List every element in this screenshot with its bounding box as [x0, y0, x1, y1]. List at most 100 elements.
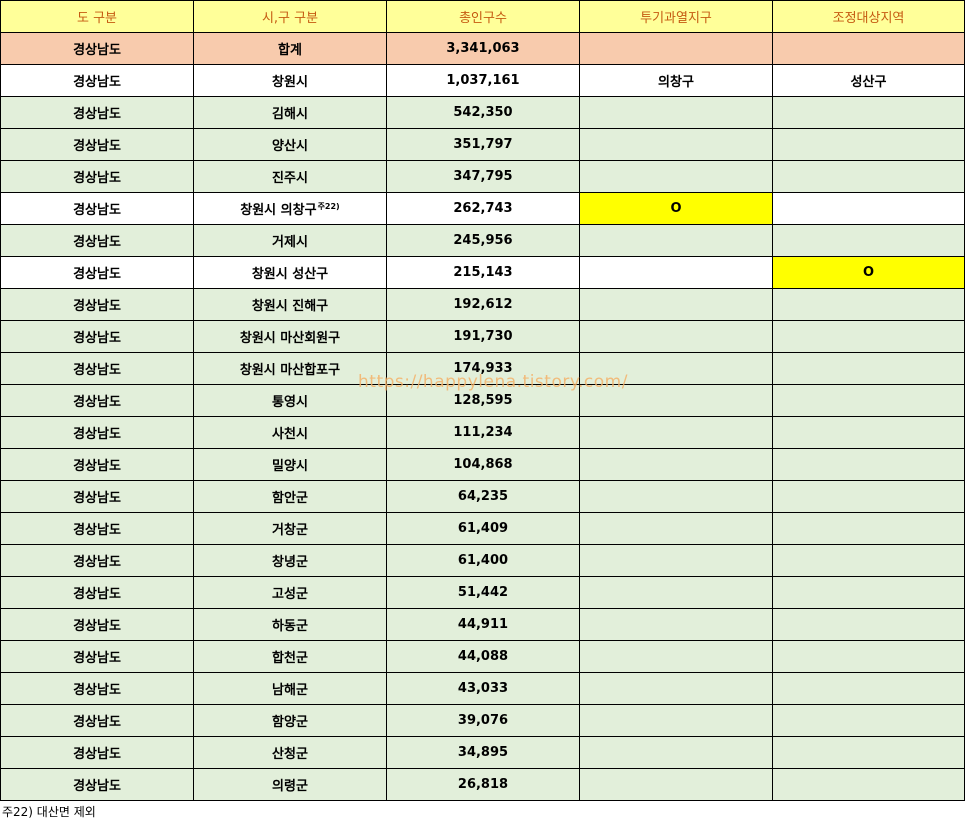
cell-speculation-zone: 의창구: [579, 64, 773, 97]
cell-city-text: 창원시 진해구: [251, 299, 329, 314]
population-table: 도 구분 시,구 구분 총인구수 투기과열지구 조정대상지역 경상남도 합계 3,3…: [0, 0, 965, 801]
cell-speculation-zone: [579, 320, 773, 353]
cell-city-text: 고성군: [272, 587, 308, 602]
cell-province-text: 경상남도: [73, 235, 121, 250]
cell-city-text: 김해시: [272, 107, 308, 122]
cell-province-text: 경상남도: [73, 619, 121, 634]
cell-population-text: 39,076: [457, 713, 509, 728]
cell-province-text: 경상남도: [73, 555, 121, 570]
cell-speculation-zone: [579, 704, 773, 737]
cell-city-text: 창녕군: [272, 555, 308, 570]
cell-population-text: 111,234: [453, 425, 513, 440]
cell-adjustment-zone: [772, 352, 965, 385]
table-row: 경상남도 진주시 347,795: [0, 160, 965, 193]
cell-population: 61,409: [386, 512, 580, 545]
cell-province-text: 경상남도: [73, 747, 121, 762]
cell-adjustment-zone: 성산구: [772, 64, 965, 97]
cell-province-text: 경상남도: [73, 139, 121, 154]
cell-city-text: 함양군: [272, 715, 308, 730]
cell-population: 351,797: [386, 128, 580, 161]
cell-province: 경상남도: [0, 320, 194, 353]
cell-province: 경상남도: [0, 704, 194, 737]
cell-population-text: 174,933: [453, 361, 513, 376]
cell-city: 창원시 마산회원구: [193, 320, 387, 353]
table-row: 경상남도 합천군 44,088: [0, 640, 965, 673]
cell-population: 128,595: [386, 384, 580, 417]
header-city: 시,구 구분: [193, 0, 387, 33]
table-row: 경상남도 거창군 61,409: [0, 512, 965, 545]
cell-city: 의령군: [193, 768, 387, 801]
cell-speculation-zone: [579, 512, 773, 545]
cell-speculation-zone: [579, 32, 773, 65]
cell-population: 64,235: [386, 480, 580, 513]
cell-province-text: 경상남도: [73, 331, 121, 346]
cell-city-text: 산청군: [272, 747, 308, 762]
cell-speculation-zone-text: O: [670, 201, 682, 216]
table-row: 경상남도 창원시 의창구주22) 262,743 O: [0, 192, 965, 225]
cell-population-text: 61,409: [457, 521, 509, 536]
cell-province: 경상남도: [0, 768, 194, 801]
cell-city-text: 창원시 마산합포구: [239, 363, 341, 378]
cell-speculation-zone: [579, 128, 773, 161]
table-body: 경상남도 합계 3,341,063 경상남도 창원시 1,037,161 의창구 성산구 경상남…: [0, 32, 965, 801]
cell-speculation-zone: [579, 736, 773, 769]
cell-city: 창원시 성산구: [193, 256, 387, 289]
cell-population: 3,341,063: [386, 32, 580, 65]
cell-city-text: 남해군: [272, 683, 308, 698]
cell-adjustment-zone: [772, 576, 965, 609]
cell-province: 경상남도: [0, 128, 194, 161]
cell-adjustment-zone: [772, 544, 965, 577]
cell-speculation-zone: [579, 256, 773, 289]
cell-population-text: 1,037,161: [446, 73, 520, 88]
cell-city-text: 창원시: [272, 75, 308, 90]
cell-population: 191,730: [386, 320, 580, 353]
header-population: 총인구수: [386, 0, 580, 33]
cell-population-text: 51,442: [457, 585, 509, 600]
cell-province: 경상남도: [0, 640, 194, 673]
cell-adjustment-zone: [772, 224, 965, 257]
cell-speculation-zone: [579, 768, 773, 801]
cell-population: 1,037,161: [386, 64, 580, 97]
cell-province-text: 경상남도: [73, 491, 121, 506]
cell-adjustment-zone: [772, 448, 965, 481]
cell-province-text: 경상남도: [73, 459, 121, 474]
cell-population: 542,350: [386, 96, 580, 129]
cell-province-text: 경상남도: [73, 75, 121, 90]
cell-population-text: 262,743: [453, 201, 513, 216]
cell-population-text: 128,595: [453, 393, 513, 408]
cell-population: 215,143: [386, 256, 580, 289]
cell-population-text: 44,911: [457, 617, 509, 632]
cell-province: 경상남도: [0, 608, 194, 641]
cell-city: 김해시: [193, 96, 387, 129]
cell-city-text: 창원시 의창구: [240, 203, 317, 218]
cell-adjustment-zone: [772, 384, 965, 417]
table-row: 경상남도 창녕군 61,400: [0, 544, 965, 577]
cell-province-text: 경상남도: [73, 107, 121, 122]
cell-speculation-zone: O: [579, 192, 773, 225]
cell-population-text: 34,895: [457, 745, 509, 760]
cell-province: 경상남도: [0, 64, 194, 97]
cell-province: 경상남도: [0, 544, 194, 577]
cell-province: 경상남도: [0, 224, 194, 257]
cell-adjustment-zone: [772, 480, 965, 513]
cell-population: 44,911: [386, 608, 580, 641]
cell-population-text: 347,795: [453, 169, 513, 184]
table-row: 경상남도 함안군 64,235: [0, 480, 965, 513]
cell-population: 104,868: [386, 448, 580, 481]
header-row: 도 구분 시,구 구분 총인구수 투기과열지구 조정대상지역: [0, 0, 965, 33]
cell-population: 44,088: [386, 640, 580, 673]
cell-city: 밀양시: [193, 448, 387, 481]
cell-province: 경상남도: [0, 192, 194, 225]
cell-speculation-zone: [579, 160, 773, 193]
cell-population-text: 3,341,063: [446, 41, 520, 56]
cell-population-text: 26,818: [457, 777, 509, 792]
cell-adjustment-zone: [772, 96, 965, 129]
cell-city-text: 사천시: [272, 427, 308, 442]
cell-province-text: 경상남도: [73, 203, 121, 218]
cell-city-text: 거제시: [272, 235, 308, 250]
cell-city: 함안군: [193, 480, 387, 513]
table-row: 경상남도 창원시 마산회원구 191,730: [0, 320, 965, 353]
table-row: 경상남도 양산시 351,797: [0, 128, 965, 161]
cell-speculation-zone: [579, 384, 773, 417]
cell-population-text: 64,235: [457, 489, 509, 504]
